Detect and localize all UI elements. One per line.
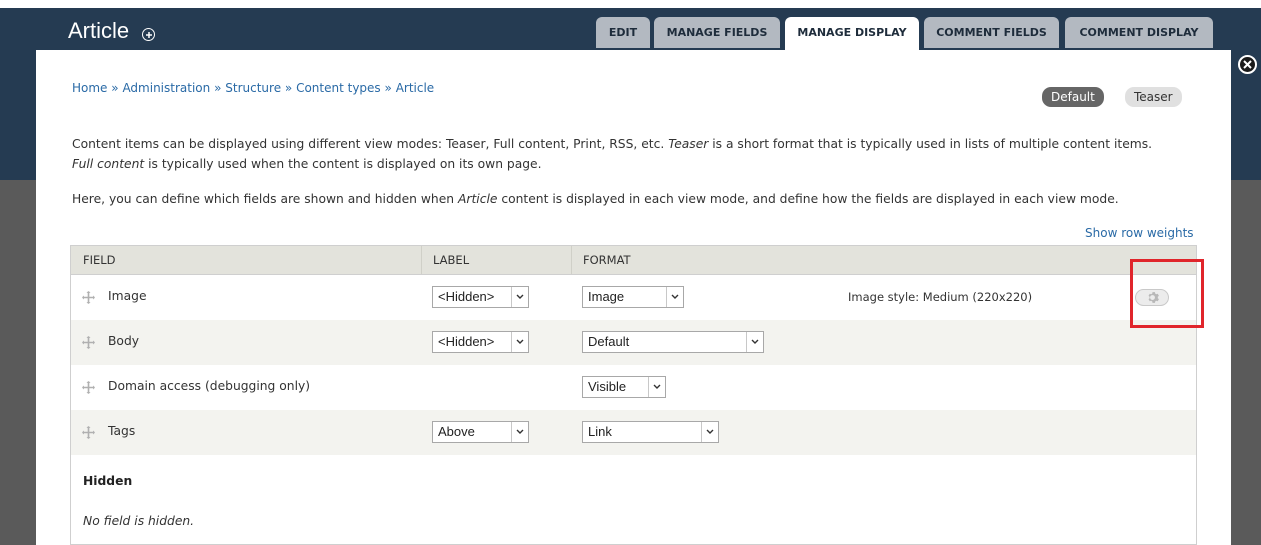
overlay-dialog: Home » Administration » Structure » Cont… [36, 50, 1231, 545]
column-header-format: FORMAT [583, 253, 631, 267]
chevron-down-icon [666, 287, 683, 307]
select-value: Default [588, 334, 630, 349]
column-divider [421, 246, 422, 274]
top-strip [0, 0, 1261, 8]
format-select[interactable]: Link [582, 421, 719, 443]
field-name: Tags [108, 424, 136, 438]
breadcrumb-separator: » [384, 81, 392, 95]
field-name: Image [108, 289, 147, 303]
format-summary: Image style: Medium (220x220) [848, 290, 1033, 304]
table-header: FIELD LABEL FORMAT [71, 246, 1196, 275]
view-mode-default[interactable]: Default [1042, 87, 1104, 107]
desc-text: content is displayed in each view mode, … [497, 192, 1119, 206]
desc-teaser: Teaser [668, 137, 709, 151]
breadcrumb-article[interactable]: Article [396, 81, 435, 95]
select-value: Above [438, 424, 475, 439]
table-row: Image <Hidden> Image Image style: Medium… [71, 275, 1196, 320]
tab-comment-display[interactable]: COMMENT DISPLAY [1065, 17, 1213, 48]
view-mode-teaser[interactable]: Teaser [1125, 87, 1182, 107]
page-title: Article [68, 18, 130, 43]
desc-text: is a short format that is typically used… [708, 137, 1153, 151]
desc-text: Here, you can define which fields are sh… [72, 192, 458, 206]
breadcrumb-separator: » [284, 81, 293, 95]
tab-manage-display[interactable]: MANAGE DISPLAY [785, 17, 919, 50]
description-view-modes: Content items can be displayed using dif… [72, 134, 1202, 174]
desc-text: is typically used when the content is di… [144, 157, 542, 171]
field-name: Domain access (debugging only) [108, 379, 311, 393]
format-select[interactable]: Visible [582, 376, 666, 398]
select-value: Link [588, 424, 612, 439]
chevron-down-icon [511, 422, 528, 442]
chevron-down-icon [746, 332, 763, 352]
select-value: Visible [588, 379, 627, 394]
show-row-weights-link[interactable]: Show row weights [1085, 226, 1194, 240]
highlight-box [1130, 259, 1204, 328]
desc-full-content: Full content [72, 157, 145, 171]
breadcrumb: Home » Administration » Structure » Cont… [72, 81, 434, 95]
format-select[interactable]: Default [582, 331, 764, 353]
chevron-down-icon [511, 287, 528, 307]
label-select[interactable]: <Hidden> [432, 286, 529, 308]
drag-handle-icon[interactable] [82, 381, 95, 394]
field-name: Body [108, 334, 140, 348]
chevron-down-icon [511, 332, 528, 352]
drag-handle-icon[interactable] [82, 336, 95, 349]
breadcrumb-separator: » [111, 81, 119, 95]
label-select[interactable]: Above [432, 421, 529, 443]
table-row: Domain access (debugging only) Visible [71, 365, 1196, 410]
select-value: <Hidden> [438, 334, 495, 349]
table-row: Body <Hidden> Default [71, 320, 1196, 365]
hidden-section-heading: Hidden [83, 474, 133, 488]
format-select[interactable]: Image [582, 286, 684, 308]
description-fields: Here, you can define which fields are sh… [72, 189, 1202, 209]
breadcrumb-administration[interactable]: Administration [122, 81, 210, 95]
tab-comment-fields[interactable]: COMMENT FIELDS [924, 17, 1059, 48]
breadcrumb-structure[interactable]: Structure [225, 81, 281, 95]
breadcrumb-separator: » [214, 81, 222, 95]
tab-edit[interactable]: EDIT [596, 17, 650, 48]
drag-handle-icon[interactable] [82, 291, 95, 304]
column-header-label: LABEL [433, 253, 470, 267]
column-header-field: FIELD [83, 253, 116, 267]
desc-article: Article [457, 192, 498, 206]
chevron-down-icon [701, 422, 718, 442]
plus-circle-icon[interactable] [142, 28, 155, 41]
close-icon[interactable] [1238, 55, 1257, 74]
chevron-down-icon [648, 377, 665, 397]
select-value: Image [588, 289, 625, 304]
tab-manage-fields[interactable]: MANAGE FIELDS [654, 17, 780, 48]
desc-text: Content items can be displayed using dif… [72, 137, 669, 151]
column-divider [571, 246, 572, 274]
breadcrumb-home[interactable]: Home [72, 81, 107, 95]
table-row: Tags Above Link [71, 410, 1196, 455]
hidden-section-message: No field is hidden. [83, 514, 195, 528]
breadcrumb-content-types[interactable]: Content types [296, 81, 381, 95]
fields-table: FIELD LABEL FORMAT Image <Hidden> Image … [70, 245, 1197, 545]
label-select[interactable]: <Hidden> [432, 331, 529, 353]
drag-handle-icon[interactable] [82, 426, 95, 439]
select-value: <Hidden> [438, 289, 495, 304]
